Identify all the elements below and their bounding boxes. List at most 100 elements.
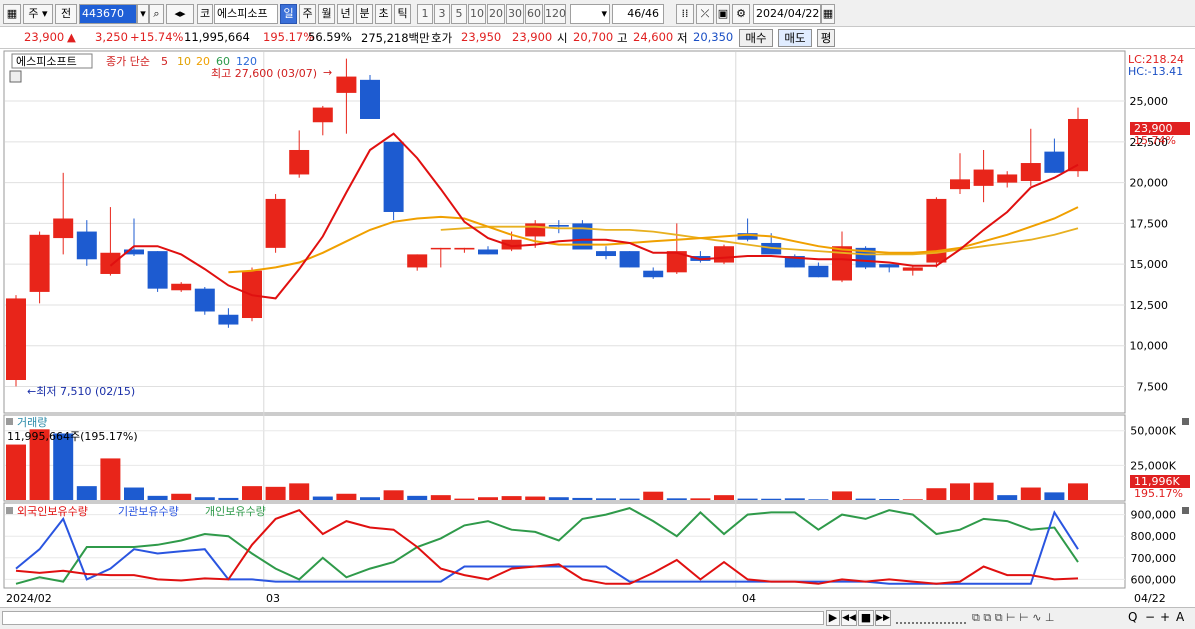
tool-icons[interactable]: ⧉ ⧉ ⧉ ⊢ ⊢ ∿ ⊥ xyxy=(972,611,1055,625)
candle-body xyxy=(289,149,310,175)
toolbar: ▦ 주 ▾ 전 443670 ▾ ⌕ ◂▸ 코 에스피소프 일주월년분초틱 13… xyxy=(0,0,1195,27)
interval-button[interactable]: 120 xyxy=(544,4,566,24)
holding-close-icon[interactable] xyxy=(1182,507,1189,514)
market-label: 코 xyxy=(197,4,213,24)
text-tool-button[interactable]: A xyxy=(1176,610,1184,624)
volume-bar xyxy=(478,497,498,500)
ma20-legend: 20 xyxy=(196,55,210,68)
grid-tool-icon[interactable]: ⁞⁞ xyxy=(676,4,694,24)
interval-button[interactable]: 10 xyxy=(468,4,486,24)
custom-interval-select[interactable]: ▾ xyxy=(570,4,610,24)
layout-icon[interactable]: ▦ xyxy=(3,4,21,24)
zoom-in-button[interactable]: + xyxy=(1160,610,1170,624)
interval-button[interactable]: 20 xyxy=(487,4,505,24)
period-button[interactable]: 일 xyxy=(280,4,297,24)
period-button[interactable]: 분 xyxy=(356,4,373,24)
line-tool-icon[interactable]: ⤫ xyxy=(696,4,714,24)
candle-body xyxy=(643,270,664,278)
interval-button[interactable]: 30 xyxy=(506,4,524,24)
period-button[interactable]: 초 xyxy=(375,4,392,24)
volume-bar xyxy=(312,496,333,500)
volume-close-icon[interactable] xyxy=(1182,418,1189,425)
navigation-bar: ▶ ◀◀ ■ ▶▶ ⧉ ⧉ ⧉ ⊢ ⊢ ∿ ⊥ Q − + A xyxy=(0,607,1195,629)
scroll-right-button[interactable]: ▶ xyxy=(826,610,840,626)
range-select[interactable]: 전 xyxy=(55,4,77,24)
quote-bar: 23,900 ▲ 3,250 +15.74% 11,995,664 195.17… xyxy=(0,27,1195,49)
price-panel xyxy=(3,50,1126,414)
evaluate-button[interactable]: 평 xyxy=(817,29,835,47)
candle-body xyxy=(265,198,286,248)
candle-body xyxy=(1068,118,1088,172)
bid-price: 23,900 xyxy=(512,30,553,44)
volume-panel-icon[interactable] xyxy=(6,418,13,425)
volume-bar xyxy=(973,482,994,500)
interval-button[interactable]: 5 xyxy=(451,4,467,24)
stock-name-field[interactable]: 에스피소프 xyxy=(214,4,278,24)
interval-button[interactable]: 1 xyxy=(417,4,433,24)
min-annotation: ←최저 7,510 (02/15) xyxy=(27,385,135,398)
zoom-slider[interactable] xyxy=(896,612,966,624)
volume-bar xyxy=(289,483,310,500)
holding-tick-label: 800,000 xyxy=(1131,530,1177,543)
save-icon[interactable]: ▣ xyxy=(716,4,730,24)
candle-body xyxy=(147,251,168,289)
candle-body xyxy=(997,174,1018,183)
date-field[interactable]: 2024/04/22 xyxy=(753,4,821,24)
table-icon[interactable] xyxy=(9,70,22,83)
period-button[interactable]: 년 xyxy=(337,4,354,24)
sell-button[interactable]: 매도 xyxy=(778,29,812,47)
x-label-last: 04/22 xyxy=(1134,592,1166,605)
next-button[interactable]: ▶▶ xyxy=(875,610,891,626)
candle-body xyxy=(950,179,970,190)
volume-bar xyxy=(596,498,616,500)
sound-icon[interactable]: ◂▸ xyxy=(166,4,194,24)
search-tool-icon[interactable]: Q xyxy=(1128,610,1137,624)
price-tick-label: 15,000 xyxy=(1130,258,1169,271)
legend-foreign: 외국인보유수량 xyxy=(17,505,88,518)
interval-button[interactable]: 3 xyxy=(434,4,450,24)
candle-body xyxy=(407,254,428,268)
chart-stock-name: 에스피소프트 xyxy=(16,55,77,68)
volume-bar xyxy=(265,486,286,500)
min-arrow-icon: ← xyxy=(27,385,36,398)
search-icon[interactable]: ⌕ xyxy=(149,4,164,24)
volume-current-label: 11,995,664주(195.17%) xyxy=(7,430,138,443)
first-button[interactable]: ◀◀ xyxy=(841,610,857,626)
volume-bar xyxy=(100,458,121,500)
calendar-icon[interactable]: ▦ xyxy=(821,4,835,24)
scrollbar-track[interactable] xyxy=(2,611,824,625)
candle-body xyxy=(525,223,546,237)
x-label-feb: 2024/02 xyxy=(6,592,52,605)
period-button[interactable]: 틱 xyxy=(394,4,411,24)
legend-individual: 개인보유수량 xyxy=(205,505,266,518)
period-button[interactable]: 월 xyxy=(318,4,335,24)
candle xyxy=(383,141,404,221)
stop-button[interactable]: ■ xyxy=(858,610,874,626)
buy-button[interactable]: 매수 xyxy=(739,29,773,47)
code-dropdown-icon[interactable]: ▾ xyxy=(137,4,149,24)
volume-bar xyxy=(1068,483,1088,500)
stock-code-input[interactable]: 443670 xyxy=(79,4,137,24)
candle xyxy=(714,244,734,265)
volume-bar xyxy=(1020,487,1041,500)
candle-body xyxy=(76,231,97,260)
volume-tick-label: 50,000K xyxy=(1130,425,1176,438)
change-percent: +15.74% xyxy=(130,30,184,44)
period-select[interactable]: 주 ▾ xyxy=(23,4,53,24)
candle-body xyxy=(619,251,640,268)
candle-body xyxy=(973,169,994,186)
x-label-mar: 03 xyxy=(266,592,280,605)
candle-body xyxy=(596,251,616,257)
candle-body xyxy=(194,288,215,312)
candle-body xyxy=(430,247,451,250)
zoom-out-button[interactable]: − xyxy=(1145,610,1155,624)
volume-bar xyxy=(926,488,947,500)
stock-chart[interactable]: 7,50010,00012,50015,00017,50020,00022,50… xyxy=(0,49,1195,607)
volume-bar xyxy=(53,433,74,500)
period-button[interactable]: 주 xyxy=(299,4,316,24)
legend-institution: 기관보유수량 xyxy=(118,505,179,518)
volume-bar xyxy=(360,497,380,500)
gear-icon[interactable]: ⚙ xyxy=(732,4,750,24)
interval-button[interactable]: 60 xyxy=(525,4,543,24)
holding-panel-icon[interactable] xyxy=(6,507,13,514)
